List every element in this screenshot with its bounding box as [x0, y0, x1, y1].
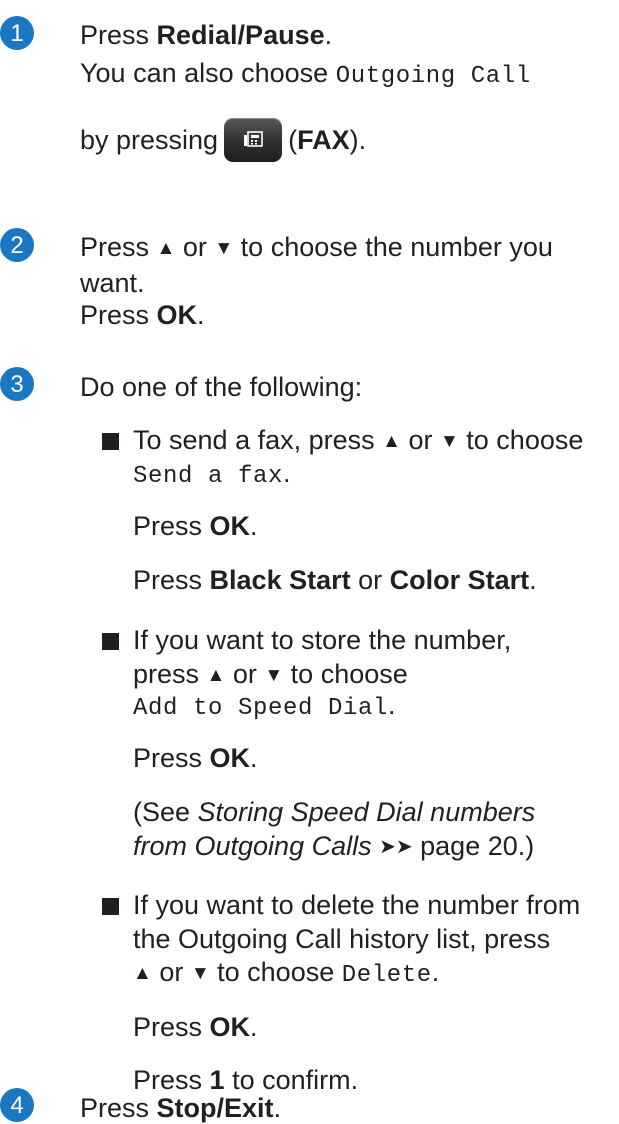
bullet-2-line-1: If you want to store the number,	[133, 625, 512, 655]
text: to choose the number you	[233, 232, 553, 262]
text: or	[225, 659, 265, 689]
lcd-text: Outgoing Call	[335, 63, 531, 90]
text: Press	[133, 743, 210, 773]
text: Press	[80, 232, 157, 262]
text: (	[288, 125, 298, 155]
text: or	[175, 232, 215, 262]
step-number-badge: 3	[0, 367, 34, 401]
step-number-badge: 2	[0, 228, 34, 262]
text: Press	[133, 565, 210, 595]
text: .	[250, 511, 258, 541]
up-arrow-icon: ▲	[133, 963, 152, 984]
up-arrow-icon: ▲	[206, 665, 226, 686]
step-2-line-3: Press OK.	[80, 299, 205, 331]
key-name: OK	[156, 300, 198, 330]
text: .	[283, 458, 291, 488]
key-name: OK	[209, 511, 251, 541]
step-number-badge: 4	[0, 1088, 34, 1122]
cross-reference-title: Storing Speed Dial numbers	[197, 797, 536, 827]
text: .	[431, 957, 440, 987]
key-name: FAX	[297, 125, 350, 155]
key-name: 1	[209, 1065, 225, 1095]
text: Press	[80, 20, 157, 50]
text: Press	[80, 300, 157, 330]
text: by pressing	[80, 125, 219, 155]
text: to confirm.	[224, 1065, 359, 1095]
key-name: Stop/Exit	[156, 1093, 274, 1123]
step-1-line-1: Press Redial/Pause.	[80, 19, 332, 51]
square-bullet	[102, 433, 119, 450]
key-name: Color Start	[389, 565, 530, 595]
square-bullet	[102, 633, 119, 650]
text: To send a fax, press	[133, 425, 383, 455]
text: .	[250, 743, 258, 773]
text: to choose	[283, 659, 408, 689]
bullet-2-line-6: from Outgoing Calls ➤➤ page 20.)	[133, 830, 534, 865]
text: .	[197, 300, 205, 330]
text: to choose	[209, 957, 342, 987]
bullet-1-line-1: To send a fax, press ▲ or ▼ to choose	[133, 424, 583, 460]
text: ).	[349, 125, 367, 155]
bullet-3-line-4: Press OK.	[133, 1011, 258, 1043]
text: You can also choose	[80, 58, 336, 88]
text: Press	[80, 1093, 157, 1123]
text: to choose	[458, 425, 584, 455]
step-3-line-1: Do one of the following:	[80, 372, 363, 402]
step-number-badge: 1	[0, 16, 34, 50]
down-arrow-icon: ▼	[190, 963, 210, 984]
lcd-text: Add to Speed Dial	[133, 695, 389, 722]
down-arrow-icon: ▼	[214, 238, 234, 259]
down-arrow-icon: ▼	[439, 431, 459, 452]
text: .	[250, 1012, 258, 1042]
key-name: Black Start	[209, 565, 351, 595]
up-arrow-icon: ▲	[382, 431, 401, 452]
text: (See	[133, 797, 198, 827]
key-name: OK	[209, 1012, 251, 1042]
text: Press	[133, 511, 210, 541]
bullet-1-line-2: Send a fax.	[133, 457, 291, 493]
text: .	[273, 1093, 282, 1123]
up-arrow-icon: ▲	[156, 238, 176, 259]
bullet-2-line-3: Add to Speed Dial.	[133, 689, 396, 725]
text: press	[133, 659, 207, 689]
bullet-1-line-4: Press Black Start or Color Start.	[133, 564, 537, 596]
bullet-2-line-4: Press OK.	[133, 742, 258, 774]
bullet-1-line-3: Press OK.	[133, 510, 258, 542]
double-arrow-icon: ➤➤	[379, 836, 413, 858]
text: Press	[133, 1012, 210, 1042]
step-4-line-1: Press Stop/Exit.	[80, 1092, 281, 1124]
text: .	[529, 565, 537, 595]
text: or	[400, 425, 440, 455]
fax-icon	[224, 117, 283, 162]
cross-reference-title: from Outgoing Calls	[133, 831, 372, 861]
key-name: OK	[209, 743, 251, 773]
square-bullet	[102, 898, 119, 915]
bullet-2-line-5: (See Storing Speed Dial numbers	[133, 796, 535, 828]
step-2-line-1: Press ▲ or ▼ to choose the number you	[80, 231, 553, 267]
lcd-text: Delete	[341, 962, 432, 989]
text: or	[350, 565, 390, 595]
step-2-line-2: want.	[80, 268, 145, 298]
bullet-3-line-3: ▲ or ▼ to choose Delete.	[133, 956, 439, 992]
text: or	[151, 957, 191, 987]
lcd-text: Send a fax	[133, 463, 284, 490]
down-arrow-icon: ▼	[264, 665, 284, 686]
step-1-line-2: You can also choose Outgoing Call	[80, 57, 531, 93]
text: Press	[133, 1065, 210, 1095]
step-1-line-3: by pressing (FAX).	[80, 117, 367, 164]
text: .	[388, 690, 396, 720]
text: page 20.)	[412, 831, 535, 861]
bullet-3-line-1: If you want to delete the number from	[133, 890, 581, 920]
text: .	[324, 20, 333, 50]
key-name: Redial/Pause	[156, 20, 325, 50]
bullet-3-line-2: the Outgoing Call history list, press	[133, 924, 551, 954]
